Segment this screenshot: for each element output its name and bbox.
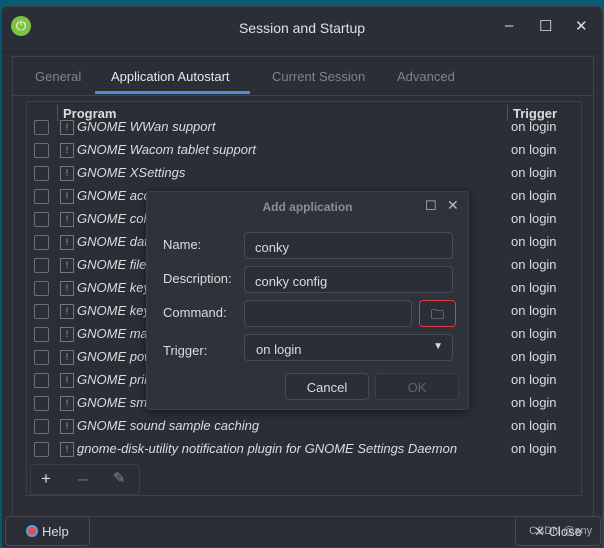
- trigger-value: on login: [511, 211, 557, 226]
- cancel-button[interactable]: Cancel: [285, 373, 369, 400]
- trigger-value: on login: [511, 257, 557, 272]
- program-name: gnome-disk-utility notification plugin f…: [77, 441, 458, 456]
- program-name: GNOME pow: [77, 349, 154, 364]
- watermark: CSDN @any: [529, 525, 593, 537]
- enable-checkbox[interactable]: [34, 258, 49, 273]
- table-row[interactable]: ! GNOME WWan support on login: [27, 116, 581, 139]
- trigger-value: on login: [511, 326, 557, 341]
- warning-icon: !: [60, 327, 74, 342]
- program-name: GNOME colo: [77, 211, 154, 226]
- chevron-down-icon: ▼: [433, 341, 443, 352]
- warning-icon: !: [60, 396, 74, 411]
- program-name: GNOME prin: [77, 372, 152, 387]
- program-name: GNOME WWan support: [77, 119, 216, 134]
- tab-general[interactable]: General: [35, 69, 81, 84]
- description-label: Description:: [163, 271, 232, 286]
- table-row[interactable]: ! GNOME XSettings on login: [27, 162, 581, 185]
- browse-button[interactable]: 🗀: [419, 300, 456, 327]
- program-name: GNOME sound sample caching: [77, 418, 260, 433]
- dialog-maximize-button[interactable]: ☐: [425, 198, 437, 214]
- enable-checkbox[interactable]: [34, 189, 49, 204]
- enable-checkbox[interactable]: [34, 304, 49, 319]
- warning-icon: !: [60, 189, 74, 204]
- trigger-value: on login: [256, 342, 302, 357]
- program-name: GNOME XSettings: [77, 165, 186, 180]
- add-application-dialog: Add application ☐ ✕ Name: conky Descript…: [146, 191, 469, 410]
- dialog-title: Add application: [262, 200, 353, 214]
- enable-checkbox[interactable]: [34, 327, 49, 342]
- warning-icon: !: [60, 258, 74, 273]
- warning-icon: !: [60, 281, 74, 296]
- list-toolbar: + – ✎: [30, 464, 140, 495]
- enable-checkbox[interactable]: [34, 212, 49, 227]
- trigger-value: on login: [511, 234, 557, 249]
- trigger-value: on login: [511, 280, 557, 295]
- warning-icon: !: [60, 373, 74, 388]
- warning-icon: !: [60, 419, 74, 434]
- active-tab-indicator: [95, 91, 250, 94]
- table-row[interactable]: ! GNOME Wacom tablet support on login: [27, 139, 581, 162]
- warning-icon: !: [60, 120, 74, 135]
- program-name: GNOME date: [77, 234, 156, 249]
- command-label: Command:: [163, 305, 227, 320]
- table-row[interactable]: ! GNOME sound sample caching on login: [27, 415, 581, 438]
- enable-checkbox[interactable]: [34, 166, 49, 181]
- enable-checkbox[interactable]: [34, 350, 49, 365]
- enable-checkbox[interactable]: [34, 419, 49, 434]
- warning-icon: !: [60, 350, 74, 365]
- enable-checkbox[interactable]: [34, 396, 49, 411]
- close-window-button[interactable]: ✕: [575, 17, 588, 35]
- tab-advanced[interactable]: Advanced: [397, 69, 455, 84]
- remove-button[interactable]: –: [78, 469, 87, 489]
- add-button[interactable]: +: [41, 469, 51, 489]
- help-button[interactable]: Help: [5, 516, 90, 546]
- warning-icon: !: [60, 143, 74, 158]
- trigger-value: on login: [511, 303, 557, 318]
- trigger-value: on login: [511, 188, 557, 203]
- trigger-value: on login: [511, 165, 557, 180]
- ok-button[interactable]: OK: [375, 373, 459, 400]
- description-input[interactable]: conky config: [244, 266, 453, 293]
- program-name: GNOME file s: [77, 257, 157, 272]
- warning-icon: !: [60, 212, 74, 227]
- trigger-value: on login: [511, 349, 557, 364]
- trigger-value: on login: [511, 395, 557, 410]
- warning-icon: !: [60, 304, 74, 319]
- help-icon: [26, 525, 39, 537]
- name-input[interactable]: conky: [244, 232, 453, 259]
- trigger-value: on login: [511, 441, 557, 456]
- warning-icon: !: [60, 166, 74, 181]
- title-bar: ⏻ Session and Startup – ☐ ✕: [2, 7, 602, 53]
- trigger-label: Trigger:: [163, 343, 208, 358]
- name-label: Name:: [163, 237, 202, 252]
- maximize-button[interactable]: ☐: [539, 17, 552, 35]
- enable-checkbox[interactable]: [34, 235, 49, 250]
- warning-icon: !: [60, 442, 74, 457]
- trigger-value: on login: [511, 119, 557, 134]
- tab-bar: General Application Autostart Current Se…: [13, 57, 593, 96]
- edit-button[interactable]: ✎: [113, 469, 126, 487]
- program-name: GNOME sma: [77, 395, 155, 410]
- enable-checkbox[interactable]: [34, 442, 49, 457]
- command-input[interactable]: [244, 300, 412, 327]
- folder-icon: 🗀: [430, 307, 444, 322]
- tab-current-session[interactable]: Current Session: [272, 69, 365, 84]
- trigger-select[interactable]: on login ▼: [244, 334, 453, 361]
- enable-checkbox[interactable]: [34, 143, 49, 158]
- warning-icon: !: [60, 235, 74, 250]
- program-name: GNOME Wacom tablet support: [77, 142, 256, 157]
- tab-application-autostart[interactable]: Application Autostart: [111, 69, 230, 84]
- table-row[interactable]: ! gnome-disk-utility notification plugin …: [27, 438, 581, 461]
- minimize-button[interactable]: –: [505, 17, 513, 34]
- enable-checkbox[interactable]: [34, 373, 49, 388]
- help-label: Help: [41, 524, 69, 539]
- enable-checkbox[interactable]: [34, 120, 49, 135]
- program-name: GNOME mai: [77, 326, 151, 341]
- dialog-close-button[interactable]: ✕: [447, 197, 459, 214]
- trigger-value: on login: [511, 142, 557, 157]
- trigger-value: on login: [511, 418, 557, 433]
- enable-checkbox[interactable]: [34, 281, 49, 296]
- trigger-value: on login: [511, 372, 557, 387]
